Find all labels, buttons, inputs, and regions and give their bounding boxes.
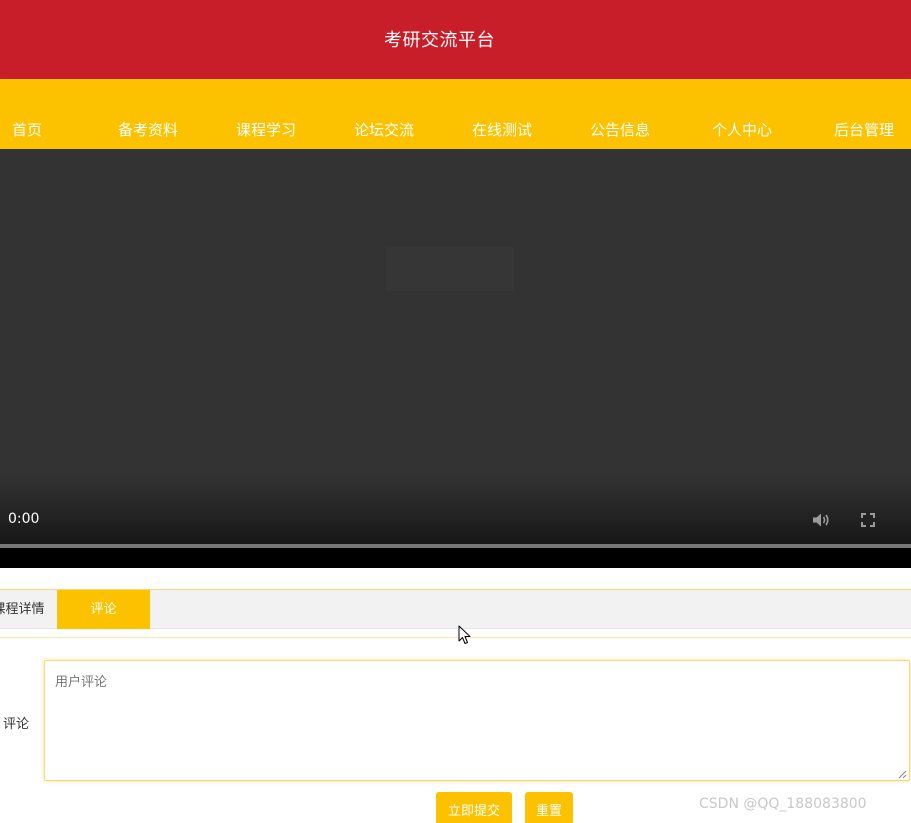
site-header: 考研交流平台 [0, 0, 911, 79]
nav-item-courses[interactable]: 课程学习 [236, 121, 296, 139]
comment-label: 评论 [3, 717, 30, 732]
fullscreen-icon[interactable] [860, 512, 876, 528]
tab-bar: 课程详情 评论 [0, 589, 911, 629]
tab-course-detail[interactable]: 课程详情 [0, 590, 57, 629]
nav-item-personal-center[interactable]: 个人中心 [712, 121, 772, 139]
nav-item-home[interactable]: 首页 [12, 121, 42, 139]
main-nav: 首页 备考资料 课程学习 论坛交流 在线测试 公告信息 个人中心 后台管理 [0, 79, 911, 149]
video-bottom-bar [0, 548, 911, 568]
nav-item-admin[interactable]: 后台管理 [834, 121, 894, 139]
mouse-cursor-icon [458, 625, 471, 644]
submit-comment-button[interactable]: 立即提交 [436, 792, 512, 823]
video-controls-shade [0, 475, 911, 545]
watermark: CSDN @QQ_188083800 [699, 796, 867, 812]
video-play-overlay[interactable] [386, 247, 514, 291]
nav-item-study-materials[interactable]: 备考资料 [118, 121, 178, 139]
resize-grip-icon[interactable] [897, 769, 907, 779]
nav-item-announcements[interactable]: 公告信息 [590, 121, 650, 139]
nav-item-forum[interactable]: 论坛交流 [354, 121, 414, 139]
tab-comment[interactable]: 评论 [57, 590, 150, 629]
page: 考研交流平台 首页 备考资料 课程学习 论坛交流 在线测试 公告信息 个人中心 … [0, 0, 911, 823]
video-player[interactable]: 0:00 [0, 149, 911, 545]
nav-item-online-test[interactable]: 在线测试 [472, 121, 532, 139]
volume-icon[interactable] [812, 512, 830, 528]
site-title: 考研交流平台 [384, 29, 495, 51]
video-current-time: 0:00 [8, 511, 40, 527]
reset-button[interactable]: 重置 [525, 792, 573, 823]
comment-input[interactable] [44, 660, 910, 781]
